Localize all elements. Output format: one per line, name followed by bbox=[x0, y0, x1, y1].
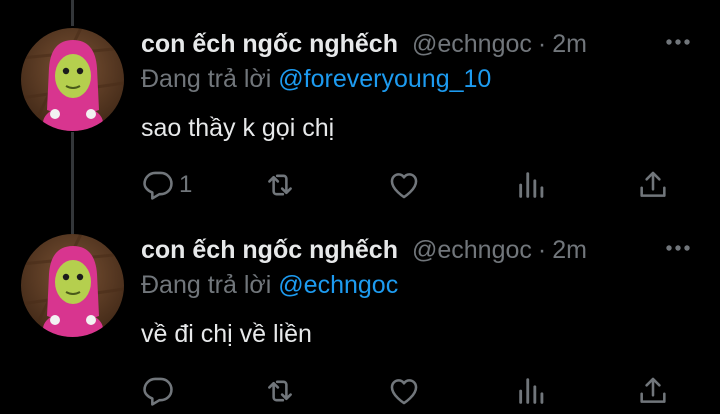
reply-button[interactable] bbox=[141, 374, 179, 408]
reply-button[interactable]: 1 bbox=[141, 168, 192, 202]
retweet-button[interactable] bbox=[261, 168, 299, 202]
timestamp[interactable]: 2m bbox=[552, 30, 587, 59]
avatar[interactable] bbox=[21, 28, 124, 131]
tweet-actions bbox=[0, 374, 720, 414]
views-button[interactable] bbox=[515, 374, 549, 408]
share-icon bbox=[640, 377, 666, 403]
retweet-icon bbox=[268, 380, 292, 402]
tweet-text: về đi chị về liền bbox=[141, 320, 312, 348]
reply-icon bbox=[143, 377, 173, 406]
like-icon bbox=[390, 379, 418, 405]
avatar-image bbox=[21, 28, 124, 131]
separator-dot: · bbox=[537, 235, 547, 264]
tweet[interactable]: con ếch ngốc nghếch @echngoc · 2m Đang t… bbox=[0, 234, 720, 409]
reply-icon bbox=[143, 171, 173, 200]
like-button[interactable] bbox=[386, 374, 422, 408]
tweet-header: con ếch ngốc nghếch @echngoc · 2m bbox=[141, 234, 587, 266]
replying-to: Đang trả lời @foreveryoung_10 bbox=[141, 65, 491, 94]
tweet[interactable]: con ếch ngốc nghếch @echngoc · 2m Đang t… bbox=[0, 28, 720, 218]
thread-line-top bbox=[71, 0, 74, 26]
replying-to: Đang trả lời @echngoc bbox=[141, 271, 398, 300]
like-icon bbox=[390, 173, 418, 199]
views-icon bbox=[519, 172, 544, 198]
replying-to-mention[interactable]: @echngoc bbox=[278, 271, 398, 299]
tweet-header: con ếch ngốc nghếch @echngoc · 2m bbox=[141, 28, 587, 60]
tweet-text: sao thầy k gọi chị bbox=[141, 114, 335, 142]
views-button[interactable] bbox=[515, 168, 549, 202]
replying-to-label: Đang trả lời bbox=[141, 65, 272, 93]
replying-to-label: Đang trả lời bbox=[141, 271, 272, 299]
avatar[interactable] bbox=[21, 234, 124, 337]
share-icon bbox=[640, 171, 666, 197]
tweet-actions: 1 bbox=[0, 168, 720, 208]
more-options-button[interactable] bbox=[664, 238, 694, 258]
more-icon bbox=[666, 39, 690, 45]
display-name[interactable]: con ếch ngốc nghếch bbox=[141, 30, 398, 59]
views-icon bbox=[519, 378, 544, 404]
share-button[interactable] bbox=[636, 168, 670, 202]
avatar-image bbox=[21, 234, 124, 337]
reply-count: 1 bbox=[179, 171, 193, 198]
replying-to-mention[interactable]: @foreveryoung_10 bbox=[278, 65, 491, 93]
display-name[interactable]: con ếch ngốc nghếch bbox=[141, 236, 398, 265]
more-options-button[interactable] bbox=[664, 32, 694, 52]
user-handle[interactable]: @echngoc bbox=[412, 30, 532, 59]
user-handle[interactable]: @echngoc bbox=[412, 236, 532, 265]
timestamp[interactable]: 2m bbox=[552, 236, 587, 265]
retweet-button[interactable] bbox=[261, 374, 299, 408]
more-icon bbox=[666, 245, 690, 251]
retweet-icon bbox=[268, 174, 292, 196]
separator-dot: · bbox=[537, 29, 547, 58]
share-button[interactable] bbox=[636, 374, 670, 408]
like-button[interactable] bbox=[386, 168, 422, 202]
